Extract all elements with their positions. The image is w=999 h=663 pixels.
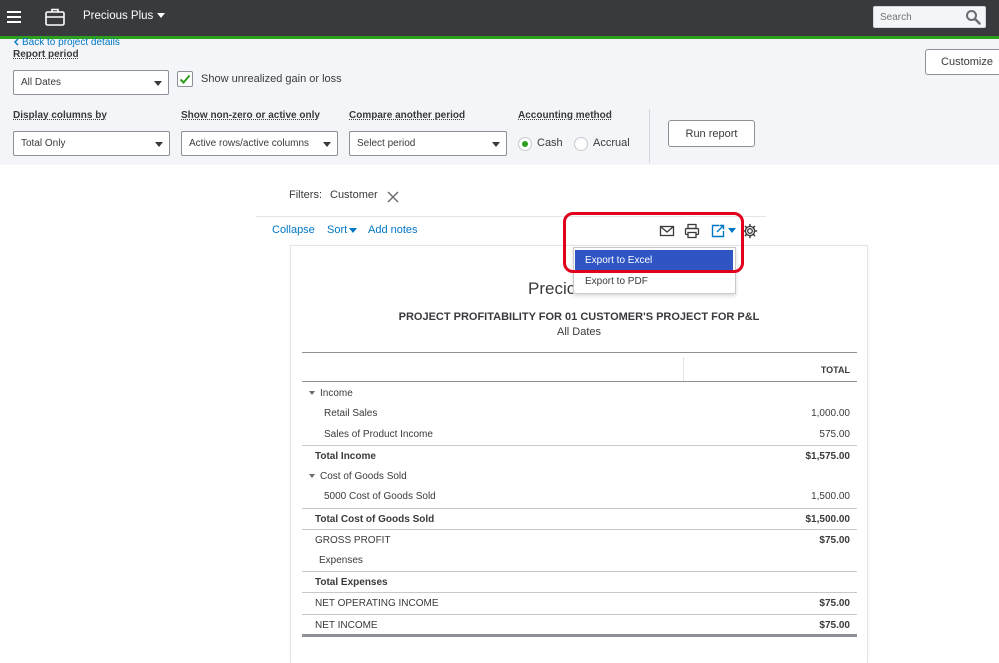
sort-dropdown[interactable]: Sort [327, 224, 358, 236]
company-switcher[interactable]: Precious Plus [83, 10, 166, 22]
row-label: Expenses [319, 555, 363, 566]
table-row: Income [302, 383, 857, 404]
compare-period-select[interactable]: Select period [349, 131, 507, 156]
collapse-triangle-icon[interactable] [309, 474, 315, 479]
row-amount[interactable]: $75.00 [819, 598, 850, 609]
report-period-label: Report period [13, 49, 79, 60]
accrual-radio[interactable] [574, 137, 588, 151]
search-input[interactable] [874, 7, 960, 27]
row-label[interactable]: 5000 Cost of Goods Sold [324, 491, 436, 502]
chevron-down-icon [349, 227, 358, 233]
briefcase-icon[interactable] [44, 6, 66, 28]
chevron-left-icon [14, 38, 19, 46]
header-rule [302, 381, 857, 382]
compare-period-label: Compare another period [349, 110, 466, 121]
unrealized-gain-checkbox[interactable] [177, 71, 193, 87]
email-icon[interactable] [659, 223, 675, 239]
row-label: NET INCOME [315, 620, 378, 631]
row-label: Income [320, 388, 353, 399]
collapse-link[interactable]: Collapse [272, 224, 315, 236]
table-bottom-rule [302, 634, 857, 637]
row-amount[interactable]: 575.00 [819, 429, 850, 440]
column-header-total: TOTAL [820, 365, 850, 375]
customize-button[interactable]: Customize [925, 49, 999, 75]
checkmark-icon [179, 74, 191, 84]
row-label: Total Income [315, 451, 376, 462]
non-zero-select[interactable]: Active rows/active columns [181, 131, 338, 156]
back-to-project-link[interactable]: Back to project details [13, 37, 120, 48]
search-icon[interactable] [965, 9, 981, 25]
report-date-range: All Dates [556, 326, 602, 338]
export-dropdown-menu: Export to Excel Export to PDF [573, 247, 736, 294]
back-link-label: Back to project details [22, 37, 120, 48]
chevron-down-icon [154, 81, 162, 86]
table-row: Total Income $1,575.00 [302, 445, 857, 466]
table-row: NET OPERATING INCOME $75.00 [302, 592, 857, 613]
add-notes-link[interactable]: Add notes [368, 224, 418, 236]
gear-icon[interactable] [742, 223, 758, 239]
table-row: NET INCOME $75.00 [302, 614, 857, 635]
active-filters: Filters: Customer [289, 189, 378, 201]
chevron-down-icon [323, 142, 331, 147]
row-label: NET OPERATING INCOME [315, 598, 439, 609]
display-columns-label: Display columns by [13, 110, 107, 121]
table-row: Sales of Product Income 575.00 [302, 424, 857, 445]
close-icon[interactable] [387, 191, 399, 203]
row-label[interactable]: Sales of Product Income [324, 429, 433, 440]
row-label[interactable]: Retail Sales [324, 408, 377, 419]
export-icon[interactable] [710, 223, 726, 239]
run-report-button[interactable]: Run report [668, 120, 755, 147]
cash-radio[interactable] [518, 137, 532, 151]
report-period-select[interactable]: All Dates [13, 70, 169, 95]
table-top-rule [302, 352, 857, 353]
search-box[interactable] [873, 6, 986, 28]
export-to-pdf-item[interactable]: Export to PDF [575, 271, 733, 291]
row-label: GROSS PROFIT [315, 535, 391, 546]
table-row: Retail Sales 1,000.00 [302, 403, 857, 424]
table-row: GROSS PROFIT $75.00 [302, 529, 857, 550]
accounting-method-label: Accounting method [518, 110, 612, 121]
row-amount[interactable]: 1,000.00 [811, 408, 850, 419]
chevron-down-icon [492, 142, 500, 147]
chevron-down-icon[interactable] [728, 228, 736, 233]
non-zero-label: Show non-zero or active only [181, 110, 320, 121]
report-period-value: All Dates [21, 77, 62, 88]
row-label: Total Expenses [315, 577, 388, 588]
cash-radio-label: Cash [537, 137, 563, 149]
non-zero-value: Active rows/active columns [189, 138, 310, 149]
accrual-radio-label: Accrual [593, 137, 630, 149]
compare-period-value: Select period [357, 138, 416, 149]
table-row: Expenses [302, 550, 857, 571]
row-amount[interactable]: 1,500.00 [811, 491, 850, 502]
chevron-down-icon [155, 142, 163, 147]
company-name: Precious Plus [83, 10, 154, 22]
row-amount[interactable]: $75.00 [819, 620, 850, 631]
unrealized-gain-label: Show unrealized gain or loss [201, 73, 342, 85]
display-columns-value: Total Only [21, 138, 66, 149]
table-row: Cost of Goods Sold [302, 466, 857, 487]
collapse-triangle-icon[interactable] [309, 391, 315, 396]
sort-label: Sort [327, 224, 348, 236]
filter-chip-customer[interactable]: Customer [330, 189, 378, 201]
row-amount[interactable]: $1,500.00 [806, 514, 851, 525]
row-label: Cost of Goods Sold [320, 471, 407, 482]
report-title: PROJECT PROFITABILITY FOR 01 CUSTOMER'S … [398, 311, 760, 323]
table-row: Total Expenses [302, 571, 857, 592]
top-navigation-bar: Precious Plus [0, 0, 999, 36]
row-label: Total Cost of Goods Sold [315, 514, 435, 525]
display-columns-select[interactable]: Total Only [13, 131, 170, 156]
print-icon[interactable] [684, 223, 700, 239]
hamburger-menu-icon[interactable] [6, 9, 22, 25]
table-row: Total Cost of Goods Sold $1,500.00 [302, 508, 857, 529]
chevron-down-icon [157, 13, 166, 19]
panel-divider [649, 109, 650, 163]
filters-label: Filters: [289, 189, 322, 201]
export-to-excel-item[interactable]: Export to Excel [575, 250, 733, 270]
row-amount[interactable]: $1,575.00 [806, 451, 851, 462]
report-company-name: Precio [528, 279, 577, 298]
table-row: 5000 Cost of Goods Sold 1,500.00 [302, 486, 857, 507]
row-amount[interactable]: $75.00 [819, 535, 850, 546]
